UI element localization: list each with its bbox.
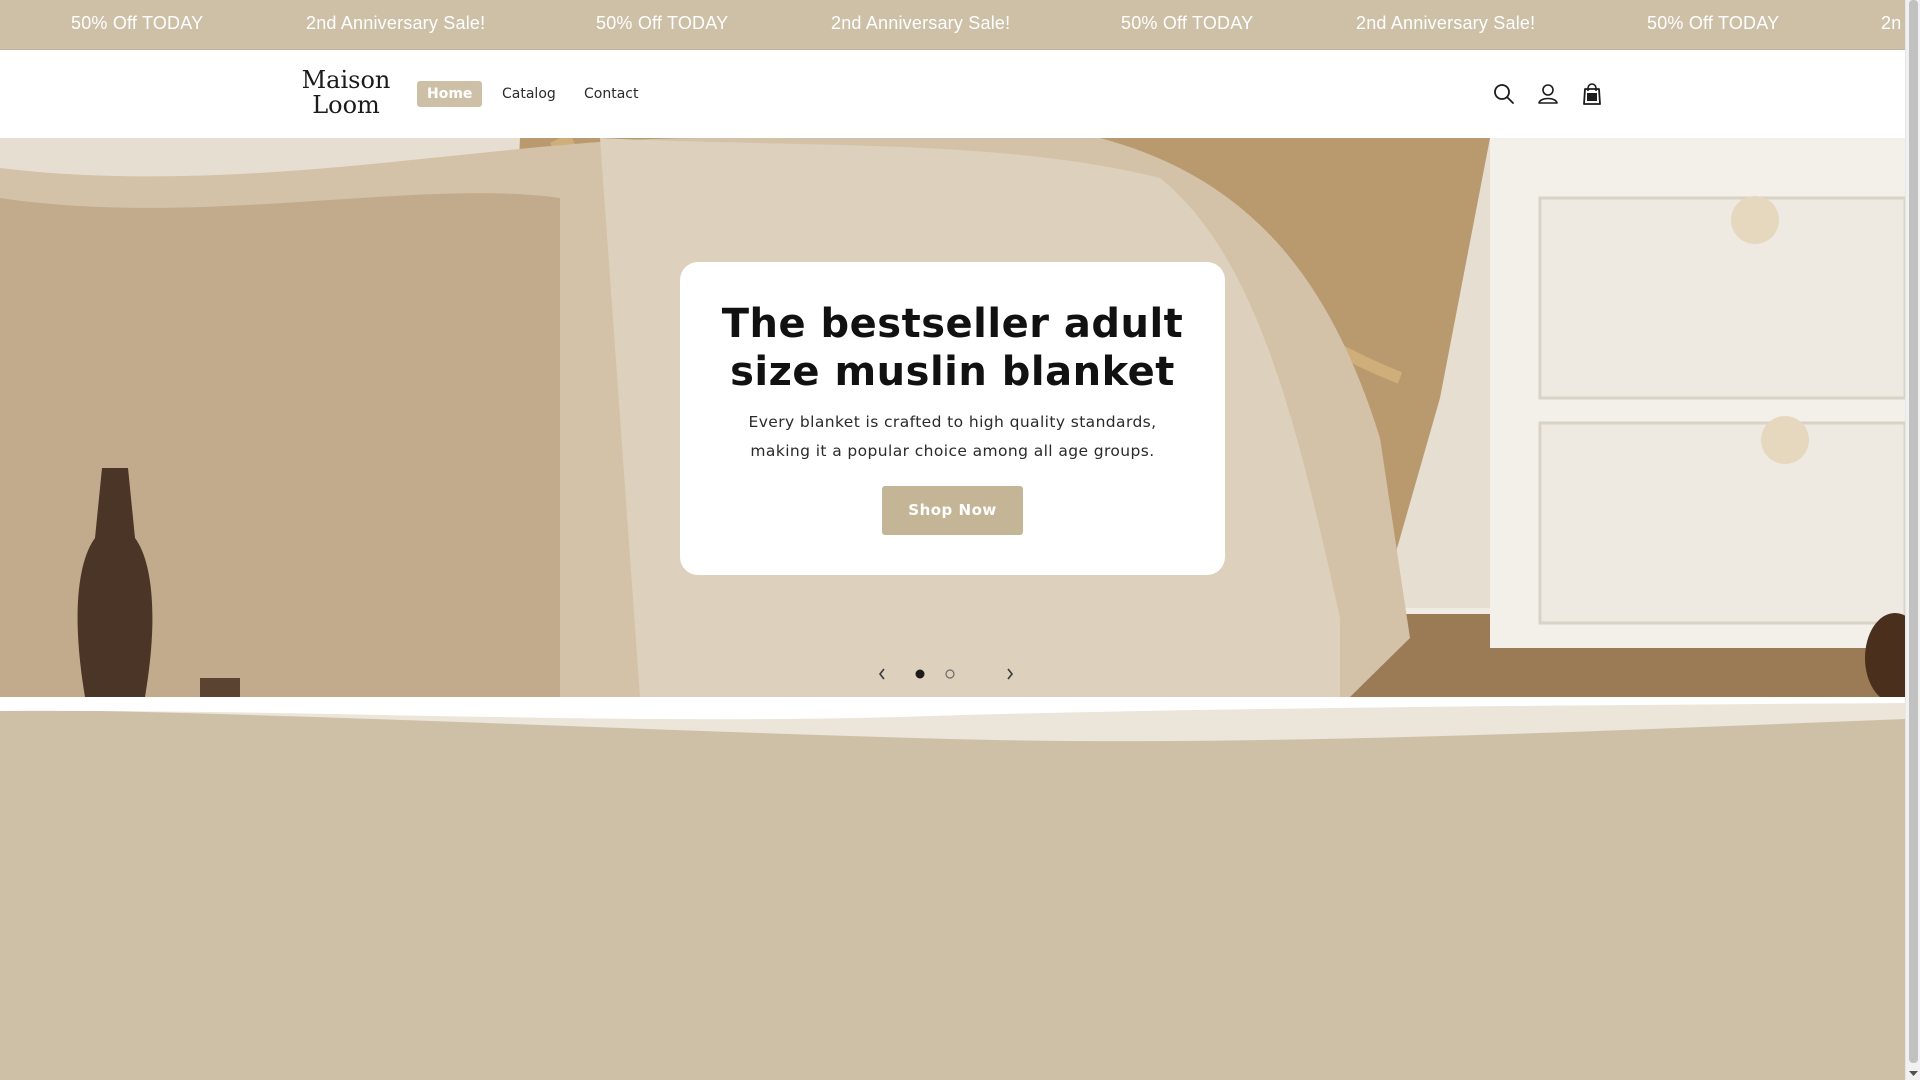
- nav-item-contact[interactable]: Contact: [584, 81, 638, 107]
- hero-title: The bestseller adult size muslin blanket: [721, 301, 1184, 395]
- header-icons: [1490, 80, 1640, 108]
- hero-banner: The bestseller adult size muslin blanket…: [0, 138, 1905, 697]
- wave-divider: [0, 697, 1905, 757]
- slider-controls: [870, 662, 1030, 686]
- announcement-item: 50% Off TODAY: [596, 13, 729, 33]
- announcement-track: 50% Off TODAY 2nd Anniversary Sale! 50% …: [0, 0, 1905, 49]
- slide-dot-2[interactable]: [938, 662, 962, 686]
- next-slide-button[interactable]: [998, 662, 1022, 686]
- cart-icon[interactable]: [1578, 80, 1606, 108]
- site-header: Maison Loom Home Catalog Contact: [0, 50, 1905, 138]
- slide-dot-1[interactable]: [908, 662, 932, 686]
- logo-line-2: Loom: [312, 91, 380, 119]
- search-icon[interactable]: [1490, 80, 1518, 108]
- scroll-down-arrow-icon[interactable]: [1909, 1068, 1918, 1078]
- prev-slide-button[interactable]: [870, 662, 894, 686]
- account-icon[interactable]: [1534, 80, 1562, 108]
- hero-subtitle: Every blanket is crafted to high quality…: [748, 413, 1157, 460]
- lower-section: [0, 697, 1905, 1080]
- chevron-right-icon: [1007, 668, 1014, 680]
- page: 50% Off TODAY 2nd Anniversary Sale! 50% …: [0, 0, 1905, 1080]
- announcement-bar: 50% Off TODAY 2nd Anniversary Sale! 50% …: [0, 0, 1905, 50]
- chevron-left-icon: [878, 668, 885, 680]
- announcement-item: 2nd Anniversary Sale!: [306, 13, 486, 33]
- announcement-item: 50% Off TODAY: [1121, 13, 1254, 33]
- scrollbar-thumb[interactable]: [1909, 0, 1918, 1063]
- scrollbar[interactable]: [1905, 0, 1920, 1080]
- logo[interactable]: Maison Loom: [294, 68, 398, 118]
- nav-item-home[interactable]: Home: [417, 81, 483, 107]
- announcement-item: 50% Off TODAY: [71, 13, 204, 33]
- logo-line-1: Maison: [301, 66, 391, 94]
- announcement-item: 2nd Anniversary Sale!: [831, 13, 1011, 33]
- shop-now-button[interactable]: Shop Now: [882, 486, 1023, 535]
- nav-item-catalog[interactable]: Catalog: [502, 81, 556, 107]
- announcement-item: 2nd Anniversary Sale!: [1356, 13, 1536, 33]
- announcement-item: 50% Off TODAY: [1647, 13, 1780, 33]
- announcement-item: 2n: [1881, 13, 1902, 33]
- hero-card: The bestseller adult size muslin blanket…: [680, 262, 1225, 575]
